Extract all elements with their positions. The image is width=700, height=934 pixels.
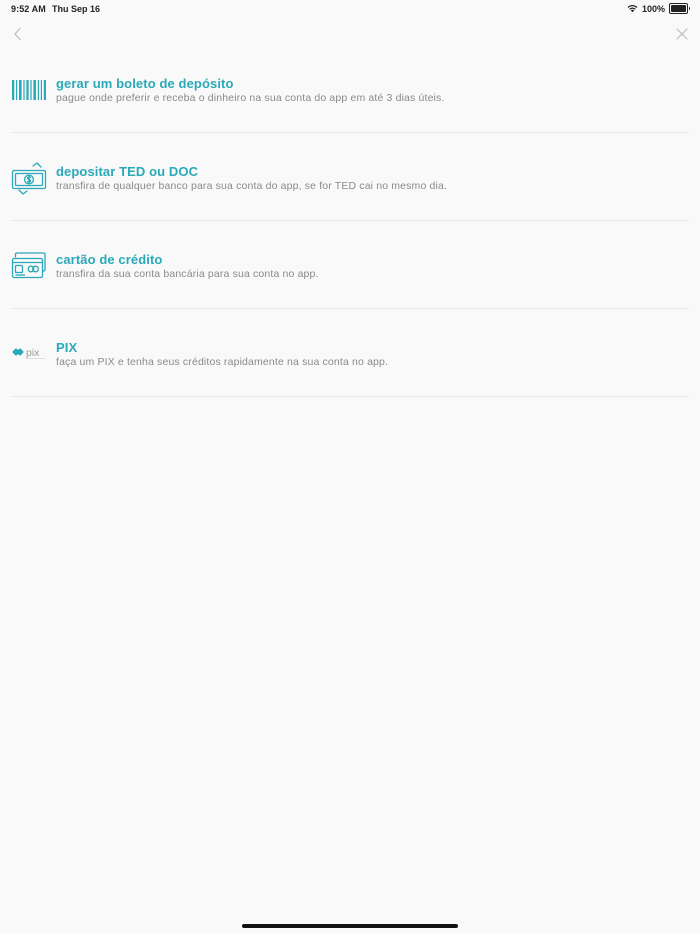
- option-credit-card[interactable]: cartão de crédito transfira da sua conta…: [11, 221, 689, 309]
- pix-logo-icon: pix: [11, 341, 47, 365]
- close-button[interactable]: [672, 24, 692, 44]
- battery-percentage: 100%: [641, 3, 665, 14]
- option-text: gerar um boleto de depósito pague onde p…: [56, 76, 689, 105]
- option-text: depositar TED ou DOC transfira de qualqu…: [56, 164, 689, 193]
- option-title: gerar um boleto de depósito: [56, 76, 234, 91]
- back-button[interactable]: [8, 24, 28, 44]
- status-bar: 9:52 AM Thu Sep 16 100%: [0, 0, 700, 18]
- option-text: cartão de crédito transfira da sua conta…: [56, 252, 689, 281]
- option-title: depositar TED ou DOC: [56, 164, 199, 179]
- option-boleto[interactable]: gerar um boleto de depósito pague onde p…: [11, 45, 689, 133]
- status-time: 9:52 AM: [11, 4, 46, 14]
- deposit-options-list: gerar um boleto de depósito pague onde p…: [11, 45, 689, 397]
- wifi-icon: [627, 5, 638, 13]
- option-description: transfira da sua conta bancária para sua…: [56, 268, 319, 280]
- option-title: PIX: [56, 340, 78, 355]
- barcode-icon: [11, 76, 47, 104]
- option-ted-doc[interactable]: depositar TED ou DOC transfira de qualqu…: [11, 133, 689, 221]
- status-date: Thu Sep 16: [52, 4, 101, 14]
- chevron-left-icon: [14, 27, 21, 41]
- battery-icon: [669, 3, 690, 14]
- home-indicator[interactable]: [242, 924, 458, 928]
- close-icon: [676, 28, 688, 40]
- option-title: cartão de crédito: [56, 252, 163, 267]
- option-description: pague onde preferir e receba o dinheiro …: [56, 92, 445, 104]
- money-transfer-icon: [11, 161, 47, 197]
- option-pix[interactable]: pix PIX faça um PIX e tenha seus crédito…: [11, 309, 689, 397]
- credit-card-icon: [11, 250, 47, 280]
- status-indicators: 100%: [627, 3, 690, 14]
- option-description: transfira de qualquer banco para sua con…: [56, 180, 448, 192]
- option-description: faça um PIX e tenha seus créditos rapida…: [56, 356, 389, 368]
- pix-logo-text: pix: [26, 347, 40, 359]
- option-text: PIX faça um PIX e tenha seus créditos ra…: [56, 340, 689, 369]
